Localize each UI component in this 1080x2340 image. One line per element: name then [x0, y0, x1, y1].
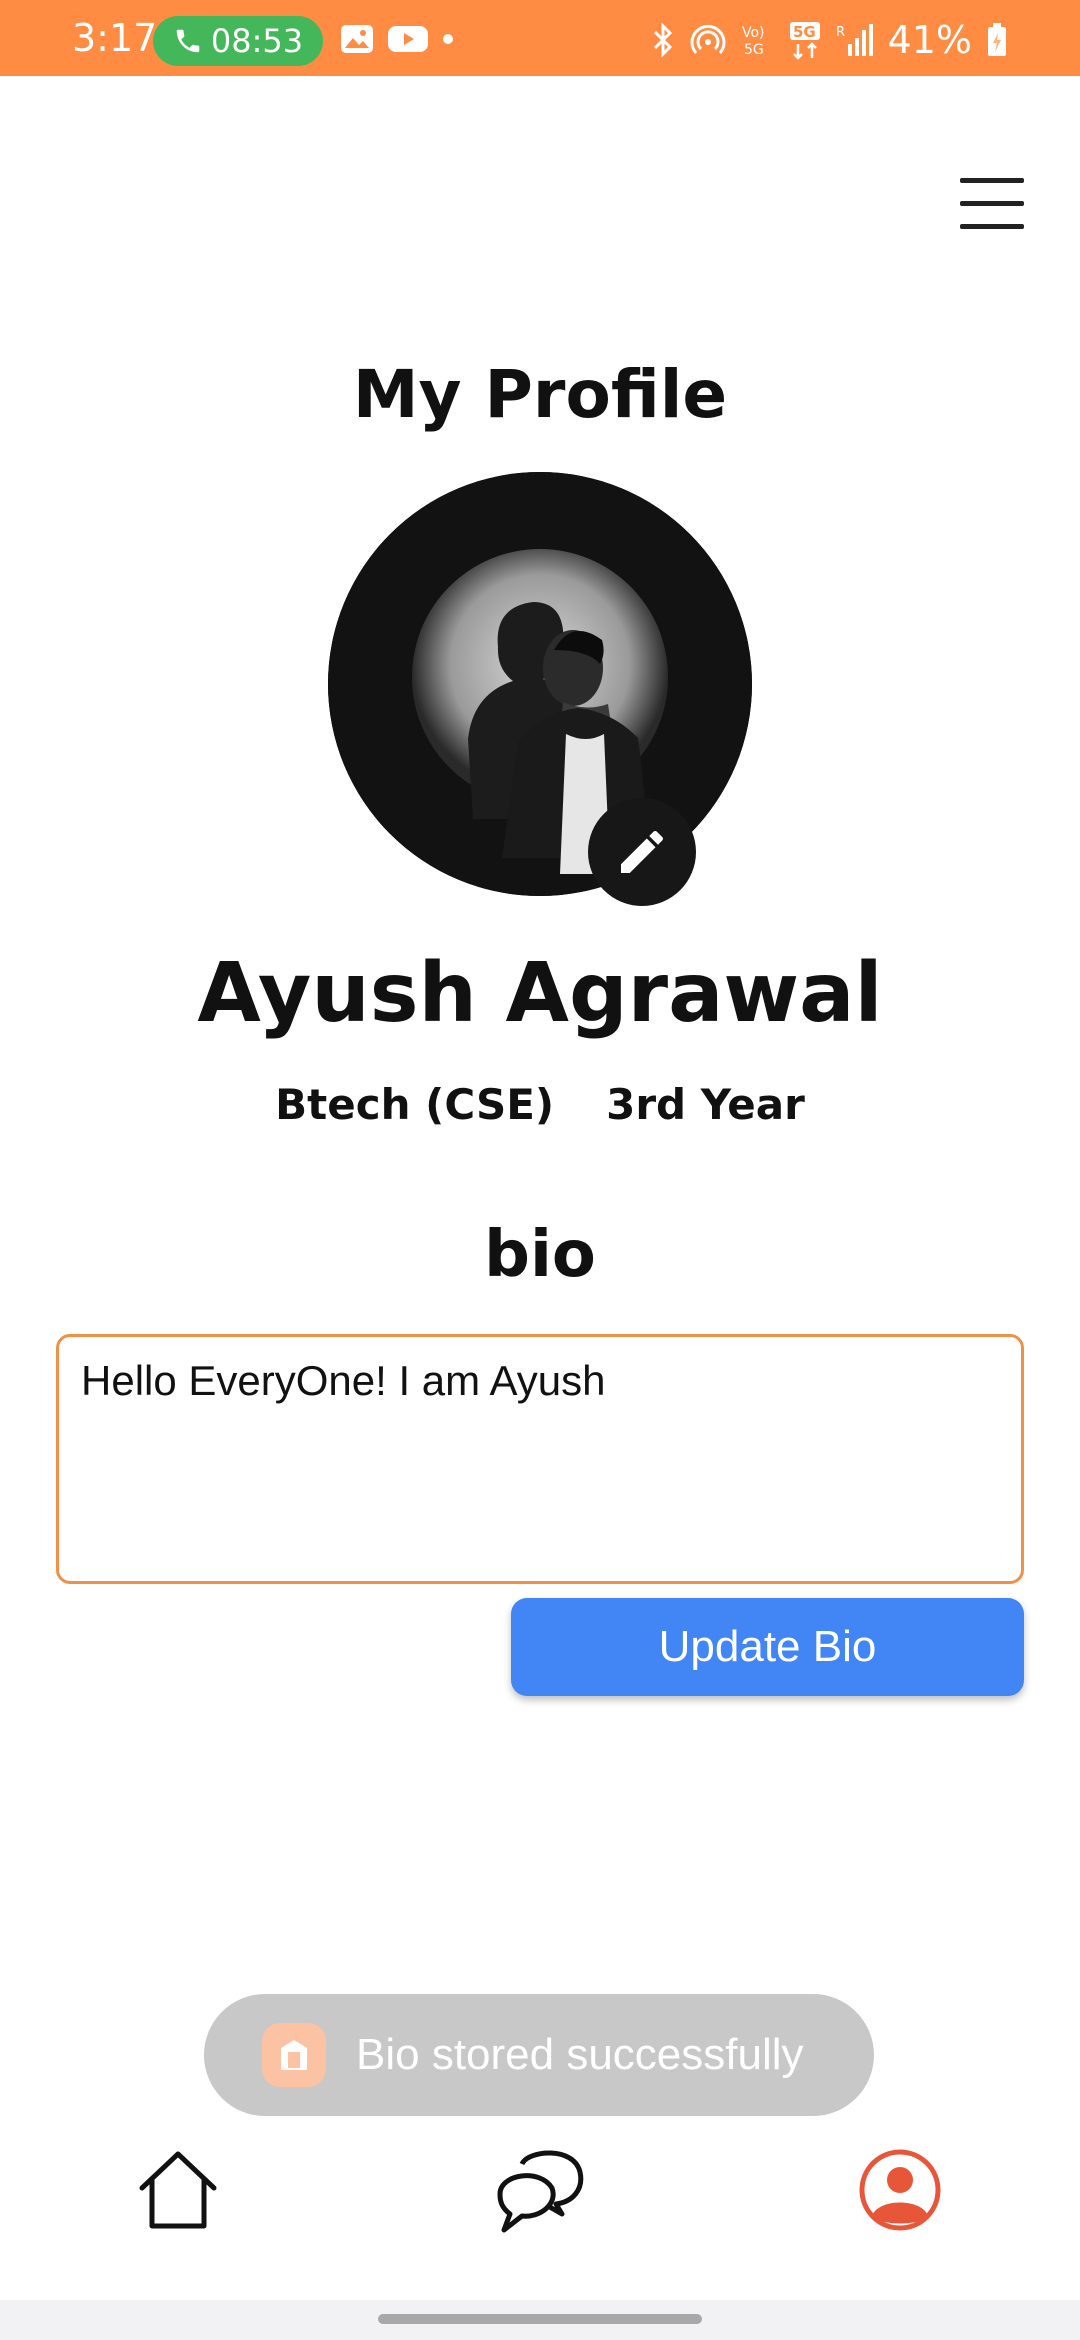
page-title: My Profile — [352, 356, 728, 433]
home-icon — [139, 2151, 217, 2229]
phone-icon — [176, 29, 200, 53]
battery-icon — [988, 23, 1006, 56]
bluetooth-icon — [653, 22, 672, 58]
profile-meta: Btech (CSE) 3rd Year — [0, 1080, 1080, 1129]
status-time: 3:17 — [72, 16, 158, 60]
app-icon — [262, 2023, 326, 2087]
toast: Bio stored successfully — [204, 1994, 874, 2116]
volte-icon: Vo)5G — [742, 25, 765, 58]
nav-chat[interactable] — [480, 2130, 600, 2250]
status-bar: 3:17 08:53 Vo) 5G 5G R 41% — [0, 0, 1080, 76]
pencil-icon — [621, 830, 663, 873]
edit-avatar-button[interactable] — [588, 798, 696, 906]
youtube-icon — [388, 26, 428, 52]
battery-percent: 41% — [887, 18, 972, 62]
gallery-icon — [341, 25, 373, 53]
svg-text:5G: 5G — [793, 23, 816, 41]
svg-text:Vo): Vo) — [742, 25, 765, 41]
dot-icon — [443, 34, 453, 44]
notification-icons — [340, 24, 454, 54]
bio-heading: bio — [484, 1218, 596, 1292]
bottom-navigation — [0, 2130, 1080, 2250]
profile-icon — [859, 2149, 941, 2231]
toast-message: Bio stored successfully — [356, 2030, 804, 2079]
call-timer: 08:53 — [210, 22, 304, 60]
system-icons: Vo) 5G 5G R 41% — [650, 18, 1008, 62]
hamburger-menu-icon[interactable] — [958, 176, 1026, 232]
nav-home[interactable] — [118, 2130, 238, 2250]
signal-icon: R — [836, 24, 873, 56]
profile-year: 3rd Year — [606, 1080, 805, 1129]
profile-name: Ayush Agrawal — [197, 946, 883, 1041]
5g-icon: 5G — [789, 22, 820, 60]
profile-course: Btech (CSE) — [275, 1080, 555, 1129]
chat-icon — [497, 2150, 584, 2233]
hotspot-icon — [690, 24, 725, 54]
svg-text:R: R — [836, 25, 845, 40]
bio-input[interactable]: Hello EveryOne! I am Ayush — [56, 1334, 1024, 1584]
gesture-bar[interactable] — [378, 2314, 702, 2324]
update-bio-button[interactable]: Update Bio — [511, 1598, 1024, 1696]
ongoing-call-chip[interactable]: 08:53 — [153, 16, 323, 66]
svg-text:5G: 5G — [744, 42, 764, 58]
nav-profile[interactable] — [840, 2130, 960, 2250]
